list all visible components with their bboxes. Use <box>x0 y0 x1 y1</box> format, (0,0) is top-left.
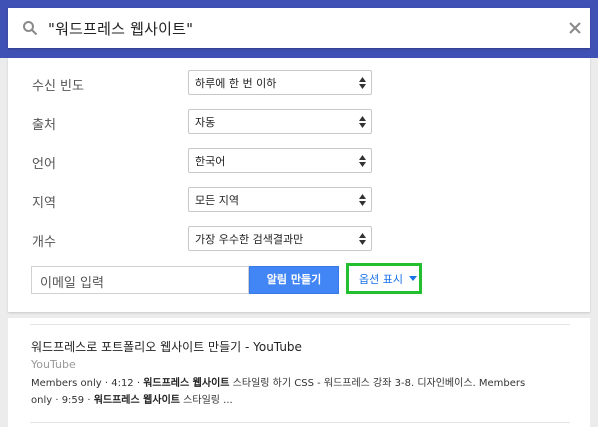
close-icon[interactable] <box>566 19 584 37</box>
count-label: 개수 <box>32 235 56 250</box>
select-arrows-icon <box>359 155 366 167</box>
select-arrows-icon <box>359 116 366 128</box>
result-source: YouTube <box>31 358 76 371</box>
select-arrows-icon <box>359 77 366 89</box>
result-title-link[interactable]: 워드프레스로 포트폴리오 웹사이트 만들기 - YouTube <box>31 338 302 355</box>
region-value: 모든 지역 <box>195 194 239 207</box>
language-select[interactable]: 한국어 <box>188 148 372 173</box>
alert-options-panel: 수신 빈도 하루에 한 번 이하 출처 자동 언어 한국어 지역 모든 지역 개… <box>8 58 590 312</box>
count-select[interactable]: 가장 우수한 검색결과만 <box>188 226 372 251</box>
divider <box>30 324 570 325</box>
source-select[interactable]: 자동 <box>188 109 372 134</box>
source-label: 출처 <box>32 118 56 133</box>
select-arrows-icon <box>359 233 366 245</box>
caret-down-icon <box>409 276 417 281</box>
region-label: 지역 <box>32 196 56 211</box>
show-options-button[interactable]: 옵션 표시 <box>346 263 422 294</box>
email-input[interactable]: 이메일 입력 <box>31 266 249 294</box>
frequency-select[interactable]: 하루에 한 번 이하 <box>188 70 372 95</box>
show-options-label: 옵션 표시 <box>359 273 403 286</box>
result-snippet: Members only · 4:12 · 워드프레스 웹사이트 스타일링 하기… <box>31 378 526 406</box>
select-arrows-icon <box>359 194 366 206</box>
search-box[interactable]: "워드프레스 웹사이트" <box>8 8 590 48</box>
language-value: 한국어 <box>195 155 226 168</box>
create-alert-button[interactable]: 알림 만들기 <box>249 266 339 294</box>
top-bar: "워드프레스 웹사이트" <box>0 0 598 58</box>
search-query[interactable]: "워드프레스 웹사이트" <box>48 18 193 39</box>
search-icon <box>23 21 38 36</box>
divider <box>30 422 570 423</box>
results-preview: 워드프레스로 포트폴리오 웹사이트 만들기 - YouTube YouTube … <box>8 318 590 427</box>
frequency-label: 수신 빈도 <box>32 79 84 94</box>
language-label: 언어 <box>32 157 56 172</box>
count-value: 가장 우수한 검색결과만 <box>195 233 304 246</box>
frequency-value: 하루에 한 번 이하 <box>195 77 277 90</box>
region-select[interactable]: 모든 지역 <box>188 187 372 212</box>
source-value: 자동 <box>195 116 216 129</box>
